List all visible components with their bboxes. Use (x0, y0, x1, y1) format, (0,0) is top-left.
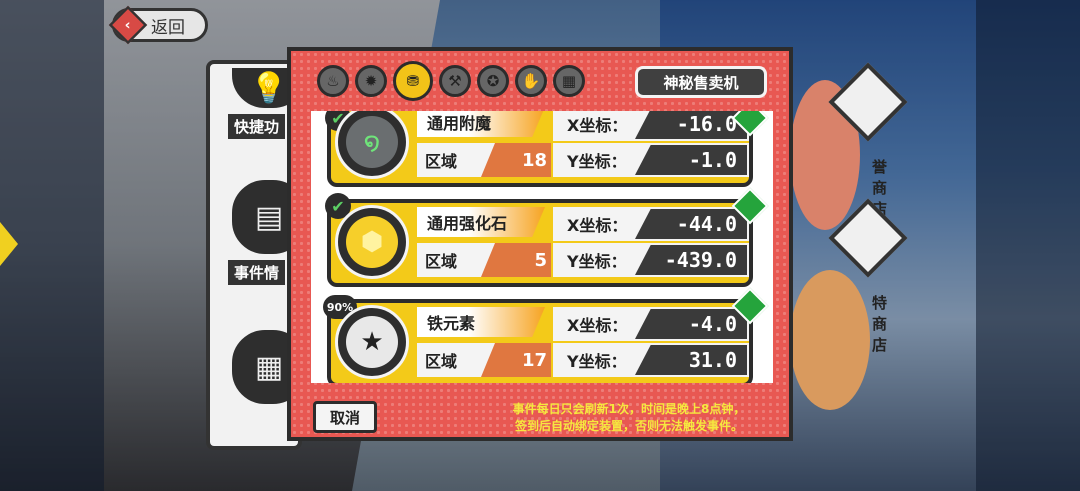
coins-icon[interactable]: ⛃ (393, 61, 433, 101)
y-coord-field: Y坐标： -1.0 (553, 143, 749, 177)
y-coord-value: -439.0 (635, 245, 747, 275)
category-tabs: ♨ ✹ ⛃ ⚒ ✪ ✋ ▦ (317, 61, 585, 101)
x-coord-value: -16.0 (635, 111, 747, 139)
iron-star-icon: ★ (346, 316, 398, 368)
cancel-button[interactable]: 取消 (313, 401, 377, 433)
item-icon-frame: ໑ (335, 111, 409, 179)
event-notice: 事件每日只会刷新1次，时间是晚上8点钟， 签到后自动绑定装置，否则无法触发事件。 (497, 401, 761, 435)
x-coord-field: X坐标： -44.0 (553, 207, 749, 241)
x-coord-value: -44.0 (635, 209, 747, 239)
mystery-vendor-dialog: ♨ ✹ ⛃ ⚒ ✪ ✋ ▦ 神秘售卖机 ✔ ໑ 通用附魔 区域 18 X坐标： … (287, 47, 793, 441)
x-coord-label: X坐标： (567, 216, 628, 235)
back-label: 返回 (151, 17, 185, 38)
region-value: 17 (481, 343, 551, 377)
list-item[interactable]: ✔ ⬢ 通用强化石 区域 5 X坐标： -44.0 Y坐标： -439.0 (325, 187, 769, 287)
region-label: 区域 (425, 252, 458, 271)
y-coord-label: Y坐标： (567, 352, 627, 371)
y-coord-value: -1.0 (635, 145, 747, 175)
region-label: 区域 (425, 152, 458, 171)
shop-title: 神秘售卖机 (635, 66, 767, 98)
x-coord-value: -4.0 (635, 309, 747, 339)
back-button[interactable]: ‹ 返回 (108, 5, 208, 45)
region-value: 18 (481, 143, 551, 177)
y-coord-label: Y坐标： (567, 152, 627, 171)
list-item[interactable]: ✔ ໑ 通用附魔 区域 18 X坐标： -16.0 Y坐标： -1.0 (325, 111, 769, 187)
hammer-icon[interactable]: ⚒ (439, 65, 471, 97)
region-field: 区域 18 (417, 143, 551, 177)
gold-crystal-icon: ⬢ (346, 216, 398, 268)
menu-item-events-label: 事件情 (228, 260, 286, 285)
flame-icon[interactable]: ✹ (355, 65, 387, 97)
region-field: 区域 17 (417, 343, 551, 377)
item-icon-frame: ⬢ (335, 205, 409, 279)
left-arrow-icon[interactable] (0, 222, 18, 266)
item-name: 铁元素 (417, 307, 545, 337)
region-value: 5 (481, 243, 551, 277)
item-icon-frame: ★ (335, 305, 409, 379)
x-coord-field: X坐标： -16.0 (553, 111, 749, 141)
star-icon[interactable]: ✪ (477, 65, 509, 97)
region-label: 区域 (425, 352, 458, 371)
special-shop-label: 特商店 (872, 294, 888, 354)
item-name: 通用强化石 (417, 207, 545, 237)
y-coord-value: 31.0 (635, 345, 747, 375)
hand-icon[interactable]: ✋ (515, 65, 547, 97)
notice-line-2: 签到后自动绑定装置，否则无法触发事件。 (514, 419, 743, 433)
mascot-character-2 (790, 270, 870, 410)
region-field: 区域 5 (417, 243, 551, 277)
fire-icon[interactable]: ♨ (317, 65, 349, 97)
y-coord-field: Y坐标： -439.0 (553, 243, 749, 277)
list-item[interactable]: 90% ★ 铁元素 区域 17 X坐标： -4.0 Y坐标： 31.0 (323, 287, 769, 383)
x-coord-label: X坐标： (567, 116, 628, 135)
grid-icon[interactable]: ▦ (553, 65, 585, 97)
right-shop-panel: 誉商店 特商店 (790, 60, 908, 450)
item-name: 通用附魔 (417, 111, 545, 137)
y-coord-label: Y坐标： (567, 252, 627, 271)
enchant-rune-icon: ໑ (346, 116, 398, 168)
item-list[interactable]: ✔ ໑ 通用附魔 区域 18 X坐标： -16.0 Y坐标： -1.0 ✔ ⬢ … (311, 111, 773, 383)
x-coord-field: X坐标： -4.0 (553, 307, 749, 341)
notice-line-1: 事件每日只会刷新1次，时间是晚上8点钟， (512, 402, 746, 416)
y-coord-field: Y坐标： 31.0 (553, 343, 749, 377)
x-coord-label: X坐标： (567, 316, 628, 335)
menu-item-shortcut-label: 快捷功 (228, 114, 286, 139)
